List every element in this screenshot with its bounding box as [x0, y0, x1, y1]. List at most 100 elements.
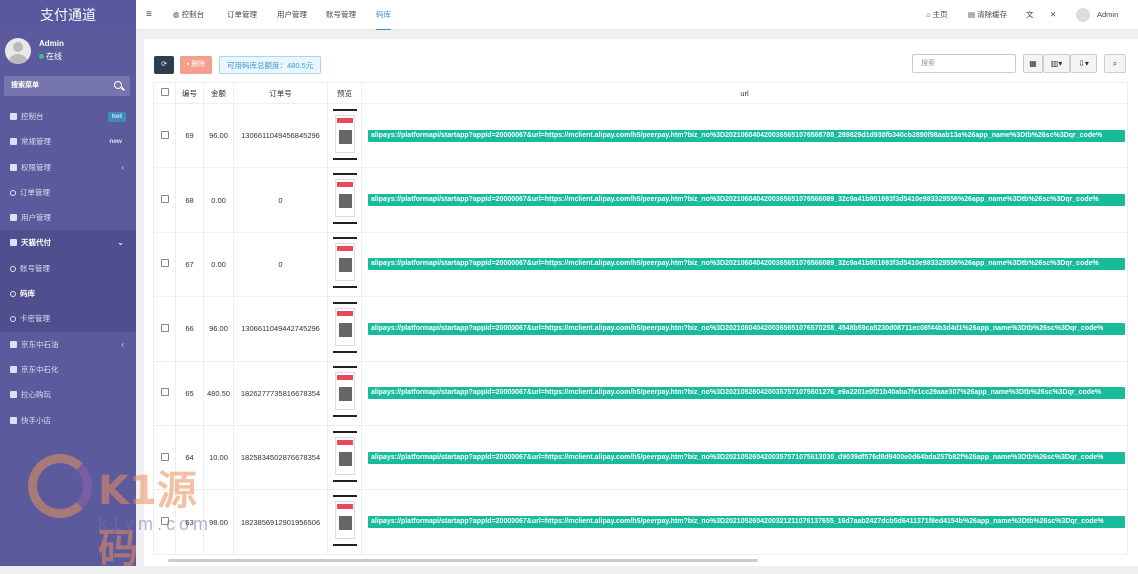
table-row[interactable]: 66 96.00 1306611049442745296 alipays://plat…: [153, 296, 1128, 362]
row-checkbox[interactable]: [160, 388, 169, 397]
tab-orders[interactable]: 订单管理: [227, 0, 257, 30]
col-preview[interactable]: 预览: [327, 82, 362, 104]
advanced-search-button[interactable]: ⌕: [1104, 54, 1126, 73]
sidebar-search-input[interactable]: 搜索菜单: [4, 76, 130, 96]
sidebar-item-jd-petrochina[interactable]: 京东中石油 ‹: [0, 332, 136, 357]
row-select-cell[interactable]: [153, 102, 176, 169]
table-row[interactable]: 63 98.00 1823856912901956506 alipays://plat…: [153, 489, 1128, 555]
sidebar-item-label: 天猫代付: [21, 238, 51, 248]
qr-preview-image[interactable]: [332, 301, 357, 354]
table-search-input[interactable]: 搜索: [912, 54, 1016, 73]
row-preview-cell: [327, 296, 362, 362]
row-select-cell[interactable]: [153, 360, 176, 426]
columns-icon: ▥▾: [1050, 59, 1063, 68]
menu-toggle-icon[interactable]: ≡: [146, 0, 152, 30]
col-order[interactable]: 订单号: [233, 82, 328, 104]
qr-preview-image[interactable]: [332, 237, 357, 289]
toggle-view-button[interactable]: ▦: [1023, 54, 1043, 73]
language-icon[interactable]: 文: [1026, 0, 1034, 30]
tab-users[interactable]: 用户管理: [277, 0, 307, 30]
row-checkbox[interactable]: [160, 195, 169, 204]
sidebar-item-dashboard[interactable]: 控制台 hot: [0, 104, 136, 129]
user-name: Admin: [39, 39, 64, 48]
refresh-icon: ⟳: [161, 61, 167, 68]
qr-preview-image[interactable]: [332, 430, 357, 483]
fullscreen-icon[interactable]: ✕: [1050, 0, 1056, 30]
row-checkbox[interactable]: [160, 259, 169, 268]
row-id: 68: [175, 167, 204, 233]
sidebar-item-fun[interactable]: 拉心购玩: [0, 382, 136, 407]
sidebar-item-card-secrets[interactable]: 卡密管理: [0, 306, 136, 332]
row-amount: 96.00: [203, 102, 234, 169]
horizontal-scrollbar[interactable]: [168, 559, 758, 562]
row-url[interactable]: alipays://platformapi/startapp?appId=200…: [368, 322, 1125, 335]
tab-dashboard[interactable]: ◍ 控制台: [173, 0, 204, 30]
sidebar-item-tmall-pay[interactable]: 天猫代付 ⌄: [0, 230, 136, 256]
sidebar-item-users[interactable]: 用户管理: [0, 205, 136, 230]
table-row[interactable]: 67 0.00 0 alipays://platformapi/startapp?ap…: [153, 231, 1128, 298]
row-select-cell[interactable]: [153, 167, 176, 233]
home-label: 主页: [932, 10, 948, 19]
row-url[interactable]: alipays://platformapi/startapp?appId=200…: [368, 129, 1125, 142]
row-order: 0: [233, 231, 328, 298]
row-checkbox[interactable]: [160, 323, 169, 332]
export-dropdown-button[interactable]: ⇩▾: [1070, 54, 1097, 73]
row-preview-cell: [327, 102, 362, 169]
row-order: 1823856912901956506: [233, 489, 328, 555]
chevron-left-icon: ‹: [121, 162, 124, 172]
delete-button[interactable]: ▪ 删除: [180, 56, 212, 74]
row-url[interactable]: alipays://platformapi/startapp?appId=200…: [368, 451, 1125, 464]
table-row[interactable]: 68 0.00 0 alipays://platformapi/startapp?ap…: [153, 167, 1128, 233]
sidebar-item-label: 用户管理: [21, 213, 51, 223]
hot-badge: hot: [107, 112, 126, 122]
qr-preview-image[interactable]: [332, 495, 357, 547]
col-amount[interactable]: 金额: [203, 82, 234, 104]
row-preview-cell: [327, 360, 362, 426]
chevron-down-icon: ⌄: [117, 238, 124, 248]
row-checkbox[interactable]: [160, 130, 169, 139]
sidebar-item-label: 订单管理: [20, 187, 50, 197]
row-url[interactable]: alipays://platformapi/startapp?appId=200…: [368, 258, 1125, 271]
sidebar-item-accounts[interactable]: 账号管理: [0, 255, 136, 282]
avatar[interactable]: [1076, 8, 1090, 22]
row-select-cell[interactable]: [153, 296, 176, 362]
row-url[interactable]: alipays://platformapi/startapp?appId=200…: [368, 516, 1125, 529]
app-title[interactable]: 支付通道: [0, 0, 136, 30]
clear-cache-button[interactable]: ▤ 清除缓存: [968, 0, 1007, 30]
tab-accounts[interactable]: 账号管理: [326, 0, 356, 30]
refresh-button[interactable]: ⟳: [154, 56, 174, 74]
sidebar-item-label: 控制台: [21, 112, 44, 121]
tab-code-library[interactable]: 码库: [376, 0, 391, 30]
columns-dropdown-button[interactable]: ▥▾: [1043, 54, 1070, 73]
cogs-icon: [10, 138, 17, 146]
row-url[interactable]: alipays://platformapi/startapp?appId=200…: [368, 387, 1125, 400]
table-row[interactable]: 65 480.50 1826277735816678354 alipays://pla…: [153, 360, 1128, 426]
export-icon: ⇩▾: [1078, 59, 1089, 68]
select-all-cell[interactable]: [153, 82, 176, 104]
table-icon: ▦: [1029, 59, 1037, 68]
sidebar-item-jd-sinopec[interactable]: 京东中石化: [0, 357, 136, 382]
search-icon[interactable]: [114, 81, 122, 89]
row-url-cell: alipays://platformapi/startapp?appId=200…: [361, 360, 1128, 426]
select-all-checkbox[interactable]: [160, 88, 169, 96]
row-url[interactable]: alipays://platformapi/startapp?appId=200…: [368, 194, 1125, 207]
qr-preview-image[interactable]: [332, 366, 357, 418]
home-link[interactable]: ⌂ 主页: [926, 0, 948, 30]
row-id: 65: [175, 360, 204, 426]
sidebar-item-general[interactable]: 常规管理 new: [0, 129, 136, 154]
table-row[interactable]: 69 96.00 1306611049456845296 alipays://plat…: [153, 102, 1128, 169]
sidebar-item-orders[interactable]: 订单管理: [0, 180, 136, 205]
admin-menu[interactable]: Admin: [1097, 0, 1118, 30]
sidebar-item-permissions[interactable]: 权限管理 ‹: [0, 155, 136, 180]
table-row[interactable]: 64 10.00 1825834502876678354 alipays://plat…: [153, 424, 1128, 491]
main-panel: ⟳ ▪ 删除 可用码库总额度：480.5元 搜索 ▦ ▥▾ ⇩▾ ⌕ 编号 金额…: [144, 39, 1138, 566]
col-id[interactable]: 编号: [175, 82, 204, 104]
row-select-cell[interactable]: [153, 231, 176, 298]
sidebar-item-label: 常规管理: [21, 137, 51, 147]
sidebar-item-code-library[interactable]: 码库: [0, 281, 136, 307]
col-url[interactable]: url: [361, 82, 1128, 104]
qr-preview-image[interactable]: [332, 173, 357, 225]
qr-preview-image[interactable]: [332, 108, 357, 161]
row-id: 69: [175, 102, 204, 169]
sidebar-item-kuaishou[interactable]: 快手小店: [0, 408, 136, 433]
